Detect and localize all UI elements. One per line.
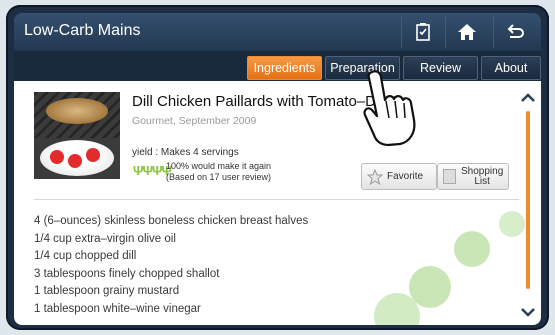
recipe-yield: yield : Makes 4 servings	[132, 147, 239, 158]
checklist-icon	[416, 23, 430, 41]
chevron-up-icon[interactable]	[519, 91, 537, 105]
rating-count: (Based on 17 user review)	[166, 172, 272, 182]
tab-ingredients[interactable]: Ingredients	[247, 56, 322, 80]
recipe-panel: Dill Chicken Paillards with Tomato–Dill …	[14, 81, 541, 325]
ingredient-item: 1/4 cup chopped dill	[34, 250, 137, 262]
star-icon	[367, 168, 383, 185]
ingredient-item: 1/4 cup extra–virgin olive oil	[34, 232, 176, 245]
shopping-list-button[interactable]: Shopping List	[437, 163, 509, 190]
home-icon	[458, 24, 476, 40]
title-bar: Low-Carb Mains	[14, 13, 541, 51]
chevron-down-icon[interactable]	[519, 305, 537, 319]
rating-percent: 100% would make it again	[166, 161, 272, 171]
hand-pointer-icon	[363, 70, 416, 147]
tab-bar: Ingredients Preparation Review About	[14, 51, 541, 81]
decor-bubble	[454, 231, 490, 267]
ingredient-item: 3 tablespoons finely chopped shallot	[34, 267, 220, 280]
divider	[34, 199, 519, 200]
back-button[interactable]	[493, 16, 536, 48]
recipe-photo	[34, 92, 120, 179]
ingredient-item: 1 tablespoon grainy mustard	[34, 285, 180, 297]
shopping-label-line2: List	[474, 175, 490, 187]
ingredient-item: 4 (6–ounces) skinless boneless chicken b…	[34, 215, 309, 227]
scrollbar[interactable]	[519, 91, 537, 319]
shopping-label-line1: Shopping	[461, 165, 504, 177]
ingredient-list: 4 (6–ounces) skinless boneless chicken b…	[34, 213, 308, 318]
recipe-source: Gourmet, September 2009	[132, 115, 257, 127]
checkbox-icon	[443, 169, 456, 184]
tab-about[interactable]: About	[481, 56, 541, 80]
home-button[interactable]	[445, 16, 488, 48]
ingredient-item: 1 tablespoon white–wine vinegar	[34, 302, 201, 315]
favorite-button[interactable]: Favorite	[361, 163, 437, 190]
app-frame: Low-Carb Mains Ingredients Preparation R…	[6, 5, 549, 330]
favorite-label: Favorite	[387, 171, 424, 182]
checklist-button[interactable]	[401, 16, 444, 48]
scroll-thumb[interactable]	[526, 111, 530, 289]
back-icon	[507, 24, 524, 38]
page-title: Low-Carb Mains	[24, 22, 141, 39]
